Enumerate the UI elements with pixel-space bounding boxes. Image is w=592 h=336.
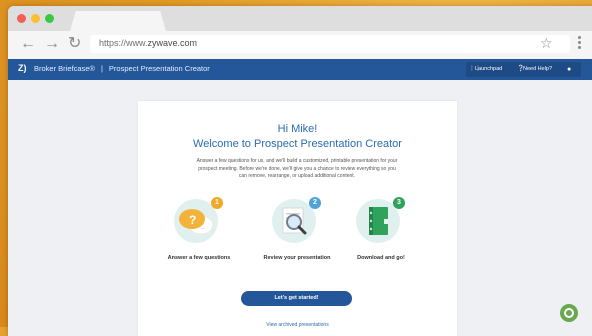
- help-icon: ❔: [517, 66, 525, 72]
- kebab-menu-icon[interactable]: [577, 35, 581, 53]
- main-content: Hi Mike! Welcome to Prospect Presentatio…: [8, 80, 592, 336]
- need-help-label: Need Help?: [523, 66, 553, 72]
- launchpad-button[interactable]: ⋮⋮ Launchpad: [466, 62, 518, 77]
- user-icon: ●: [567, 66, 572, 73]
- back-arrow-icon[interactable]: ←: [20, 35, 36, 53]
- view-archived-link[interactable]: View archived presentations: [138, 322, 457, 328]
- address-bar[interactable]: https://www.zywave.com: [90, 35, 570, 53]
- step-badge: 3: [393, 197, 405, 209]
- reload-icon[interactable]: ↻: [68, 35, 81, 53]
- breadcrumb-page: Prospect Presentation Creator: [108, 64, 210, 73]
- url-text: https://www.zywave.com: [99, 38, 197, 48]
- browser-toolbar: ← → ↻ https://www.zywave.com ☆: [8, 31, 592, 60]
- chat-button[interactable]: [560, 304, 578, 322]
- browser-window: ← → ↻ https://www.zywave.com ☆ Z) Broker…: [8, 6, 592, 336]
- grid-icon: ⋮⋮: [469, 66, 481, 72]
- url-prefix: https://www.: [99, 38, 148, 48]
- zywave-logo[interactable]: Z): [18, 63, 27, 73]
- step-label: Download and go!: [357, 255, 405, 261]
- star-icon[interactable]: ☆: [540, 35, 553, 52]
- intro-text: Answer a few questions for us, and we'll…: [196, 158, 398, 180]
- breadcrumb: Broker Briefcase® | Prospect Presentation …: [34, 64, 210, 73]
- browser-tab[interactable]: [70, 11, 166, 31]
- get-started-button[interactable]: Let's get started!: [241, 291, 352, 306]
- url-domain: zywave.com: [147, 38, 198, 48]
- browser-titlebar: [8, 6, 592, 31]
- page-title: Welcome to Prospect Presentation Creator: [193, 138, 402, 150]
- maximize-window-button[interactable]: [45, 14, 54, 23]
- close-window-button[interactable]: [17, 14, 26, 23]
- greeting: Hi Mike!: [277, 123, 318, 135]
- step-label: Answer a few questions: [167, 255, 231, 261]
- app-header: Z) Broker Briefcase® | Prospect Presentati…: [8, 59, 592, 80]
- chat-icon: [564, 308, 574, 318]
- step-badge: 1: [211, 197, 223, 209]
- svg-text:..: ..: [201, 224, 205, 231]
- svg-text:?: ?: [189, 213, 196, 227]
- step-badge: 2: [309, 197, 321, 209]
- breadcrumb-separator: |: [100, 64, 103, 73]
- minimize-window-button[interactable]: [31, 14, 40, 23]
- breadcrumb-product[interactable]: Broker Briefcase®: [34, 64, 95, 73]
- need-help-button[interactable]: ❔ Need Help?: [514, 62, 564, 77]
- welcome-card: Hi Mike! Welcome to Prospect Presentatio…: [138, 101, 457, 336]
- user-menu-button[interactable]: ●: [559, 62, 581, 77]
- forward-arrow-icon[interactable]: →: [44, 35, 60, 53]
